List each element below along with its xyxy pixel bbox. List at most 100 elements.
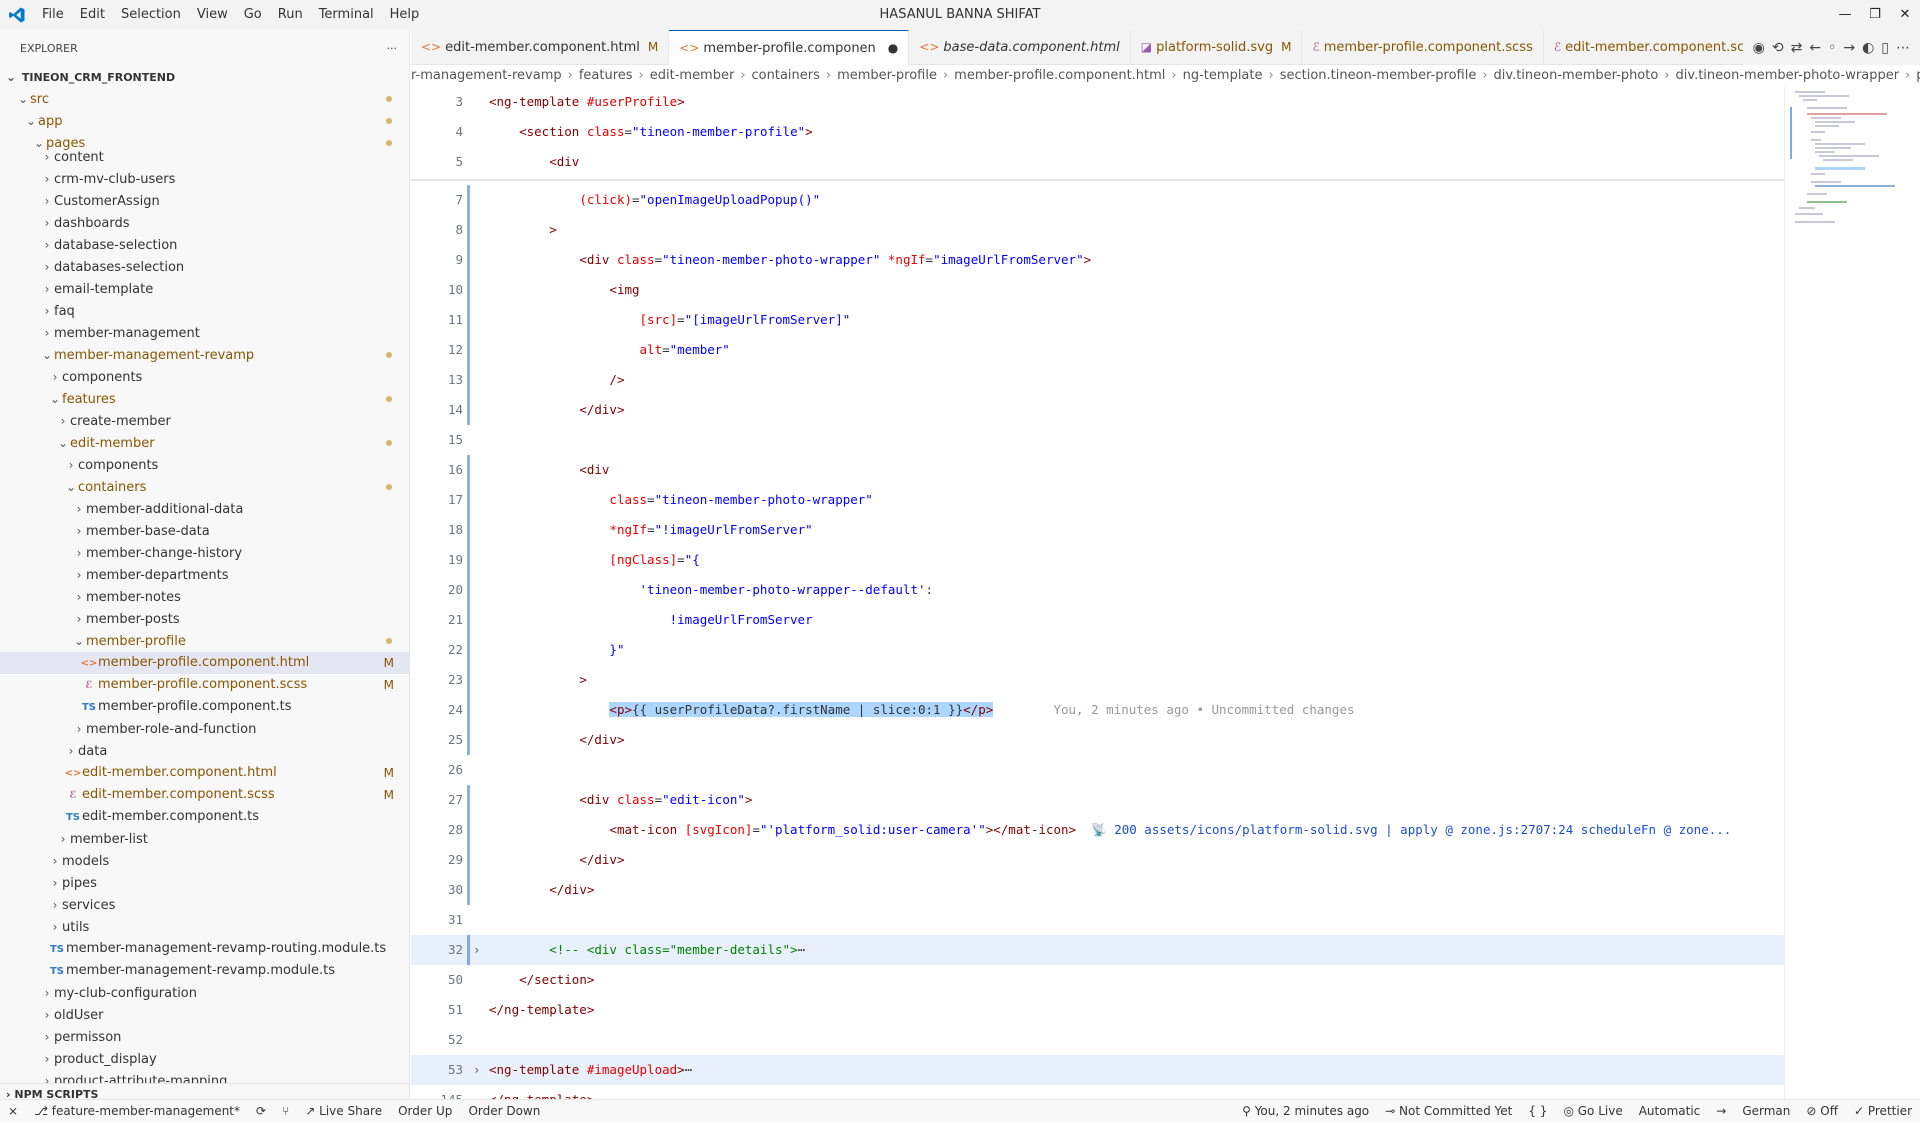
- tab-badge[interactable]: M: [648, 30, 658, 65]
- code-line[interactable]: 21 !imageUrlFromServer: [411, 605, 1784, 635]
- tree-item[interactable]: › databases-selection: [0, 256, 409, 278]
- tree-item[interactable]: › CustomerAssign: [0, 190, 409, 212]
- branch-item[interactable]: ⎇ feature-member-management*: [26, 1100, 248, 1122]
- tree-item[interactable]: › components: [0, 366, 409, 388]
- code-line[interactable]: 26: [411, 755, 1784, 785]
- blame-item[interactable]: ⚲ You, 2 minutes ago: [1234, 1100, 1377, 1122]
- code-line[interactable]: 7 (click)="openImageUploadPopup()": [411, 185, 1784, 215]
- tree-item[interactable]: TS member-management-revamp-routing.modul…: [0, 938, 409, 960]
- code-line[interactable]: 51 </ng-template>: [411, 995, 1784, 1025]
- breadcrumb-item[interactable]: p: [1916, 68, 1920, 83]
- go-live-button[interactable]: ◎ Go Live: [1555, 1100, 1630, 1122]
- menu-help[interactable]: Help: [382, 0, 428, 30]
- menu-selection[interactable]: Selection: [113, 0, 189, 30]
- code-line[interactable]: 50 </section>: [411, 965, 1784, 995]
- tree-item[interactable]: ⌄ member-management-revamp: [0, 344, 409, 366]
- remote-icon[interactable]: ⨯: [0, 1100, 26, 1122]
- tree-item[interactable]: › permisson: [0, 1026, 409, 1048]
- menu-edit[interactable]: Edit: [72, 0, 113, 30]
- commit-item[interactable]: ⊸ Not Committed Yet: [1377, 1100, 1520, 1122]
- tree-item[interactable]: ℰmember-profile.component.scss M: [0, 674, 409, 696]
- project-folder[interactable]: ⌄ TINEON_CRM_FRONTEND: [0, 66, 409, 88]
- tab-platform-solid-svg[interactable]: ◪ platform-solid.svg M: [1131, 30, 1303, 65]
- code-line[interactable]: 13 />: [411, 365, 1784, 395]
- code-line[interactable]: 8 >: [411, 215, 1784, 245]
- menu-view[interactable]: View: [189, 0, 236, 30]
- tree-item[interactable]: › email-template: [0, 278, 409, 300]
- menu-go[interactable]: Go: [236, 0, 270, 30]
- tree-item[interactable]: › crm-mv-club-users: [0, 168, 409, 190]
- split-editor-icon[interactable]: ▯: [1881, 40, 1889, 56]
- code-line[interactable]: 10 <img: [411, 275, 1784, 305]
- tree-item[interactable]: › member-change-history: [0, 542, 409, 564]
- chevron-right-icon[interactable]: ›: [473, 935, 481, 965]
- tree-item[interactable]: <>member-profile.component.html M: [0, 652, 409, 674]
- tree-item[interactable]: › member-additional-data: [0, 498, 409, 520]
- tab-member-profile-componen[interactable]: <> member-profile.componen ●: [669, 30, 910, 65]
- tree-item[interactable]: › pipes: [0, 872, 409, 894]
- code-line[interactable]: 18 *ngIf="!imageUrlFromServer": [411, 515, 1784, 545]
- git-compare-icon[interactable]: ⇄: [1791, 40, 1803, 56]
- more-icon[interactable]: ⋯: [1896, 40, 1910, 56]
- go-forward-icon[interactable]: →: [1843, 40, 1855, 56]
- tree-item[interactable]: ⌄ src: [0, 88, 409, 110]
- code-line[interactable]: 32 › <!-- <div class="member-details">⋯: [411, 935, 1784, 965]
- tab-badge[interactable]: M: [1281, 30, 1291, 65]
- breadcrumb-item[interactable]: ng-template: [1183, 68, 1263, 83]
- code-line[interactable]: 11 [src]="[imageUrlFromServer]": [411, 305, 1784, 335]
- menu-run[interactable]: Run: [270, 0, 311, 30]
- tab-member-profile-component-scss[interactable]: ℰmember-profile.component.scss: [1302, 30, 1544, 65]
- braces-icon[interactable]: { }: [1520, 1100, 1555, 1122]
- code-editor[interactable]: 3 <ng-template #userProfile> 4 <section cl…: [411, 87, 1784, 1105]
- code-line[interactable]: 14 </div>: [411, 395, 1784, 425]
- code-line[interactable]: 24 <p>{{ userProfileData?.firstName | sl…: [411, 695, 1784, 725]
- go-prev-icon[interactable]: ◦: [1828, 40, 1836, 56]
- code-line[interactable]: 19 [ngClass]="{: [411, 545, 1784, 575]
- tree-item[interactable]: › faq: [0, 300, 409, 322]
- tree-item[interactable]: › product_display: [0, 1048, 409, 1070]
- tab-edit-member-component-html[interactable]: <> edit-member.component.html M: [411, 30, 670, 65]
- code-line[interactable]: 25 </div>: [411, 725, 1784, 755]
- code-line[interactable]: 53 › <ng-template #imageUpload>⋯: [411, 1055, 1784, 1085]
- code-line[interactable]: 12 alt="member": [411, 335, 1784, 365]
- tree-item[interactable]: › components: [0, 454, 409, 476]
- tree-item[interactable]: TS edit-member.component.ts: [0, 806, 409, 828]
- minimize-icon[interactable]: —: [1830, 0, 1860, 30]
- chevron-right-icon[interactable]: ›: [473, 1055, 481, 1085]
- order-down-button[interactable]: Order Down: [460, 1100, 548, 1122]
- tab-badge[interactable]: ●: [888, 31, 898, 65]
- code-line[interactable]: 31: [411, 905, 1784, 935]
- graph-icon[interactable]: ⑂: [274, 1100, 297, 1122]
- tab-base-data-component-html[interactable]: <> base-data.component.html: [909, 30, 1131, 65]
- language-item[interactable]: German: [1734, 1100, 1798, 1122]
- tree-item[interactable]: ⌄ edit-member: [0, 432, 409, 454]
- order-up-button[interactable]: Order Up: [390, 1100, 460, 1122]
- code-line[interactable]: 20 'tineon-member-photo-wrapper--default…: [411, 575, 1784, 605]
- breadcrumb-item[interactable]: features: [579, 68, 633, 83]
- tree-item[interactable]: › my-club-configuration: [0, 982, 409, 1004]
- code-line[interactable]: 29 </div>: [411, 845, 1784, 875]
- tree-item[interactable]: › services: [0, 894, 409, 916]
- code-line[interactable]: 15: [411, 425, 1784, 455]
- tree-item[interactable]: ⌄ containers: [0, 476, 409, 498]
- tree-item[interactable]: › database-selection: [0, 234, 409, 256]
- go-back-icon[interactable]: ←: [1809, 40, 1821, 56]
- breadcrumb-item[interactable]: div.tineon-member-photo: [1494, 68, 1659, 83]
- copilot-icon[interactable]: ◉: [1753, 40, 1765, 56]
- code-line[interactable]: 17 class="tineon-member-photo-wrapper": [411, 485, 1784, 515]
- minimap[interactable]: [1784, 87, 1920, 1105]
- code-line[interactable]: 30 </div>: [411, 875, 1784, 905]
- breadcrumb-item[interactable]: r-management-revamp: [411, 68, 562, 83]
- tree-item[interactable]: › member-list: [0, 828, 409, 850]
- code-line[interactable]: 3 <ng-template #userProfile>: [411, 87, 1784, 117]
- tree-item[interactable]: › member-role-and-function: [0, 718, 409, 740]
- prettier-item[interactable]: ✓ Prettier: [1846, 1100, 1920, 1122]
- more-actions-icon[interactable]: ···: [387, 42, 398, 55]
- tree-item[interactable]: › member-posts: [0, 608, 409, 630]
- code-line[interactable]: 23 >: [411, 665, 1784, 695]
- tree-item[interactable]: ⌄ app: [0, 110, 409, 132]
- off-item[interactable]: ⊘ Off: [1798, 1100, 1846, 1122]
- code-line[interactable]: 27 <div class="edit-icon">: [411, 785, 1784, 815]
- breadcrumb-item[interactable]: section.tineon-member-profile: [1280, 68, 1477, 83]
- live-share-button[interactable]: ↗ Live Share: [297, 1100, 390, 1122]
